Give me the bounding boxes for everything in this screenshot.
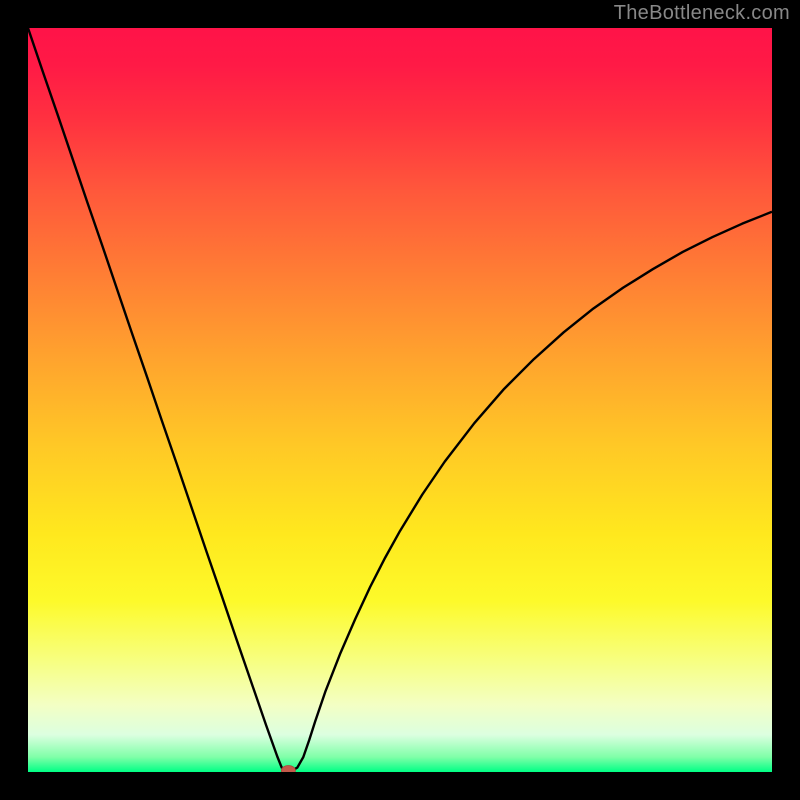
curve-svg: [28, 28, 772, 772]
bottleneck-curve: [28, 28, 772, 771]
frame-left: [0, 0, 28, 800]
frame-right: [772, 0, 800, 800]
watermark-text: TheBottleneck.com: [614, 2, 790, 25]
valley-marker: [281, 766, 295, 772]
frame-bottom: [0, 771, 800, 800]
plot-area: [28, 28, 772, 772]
